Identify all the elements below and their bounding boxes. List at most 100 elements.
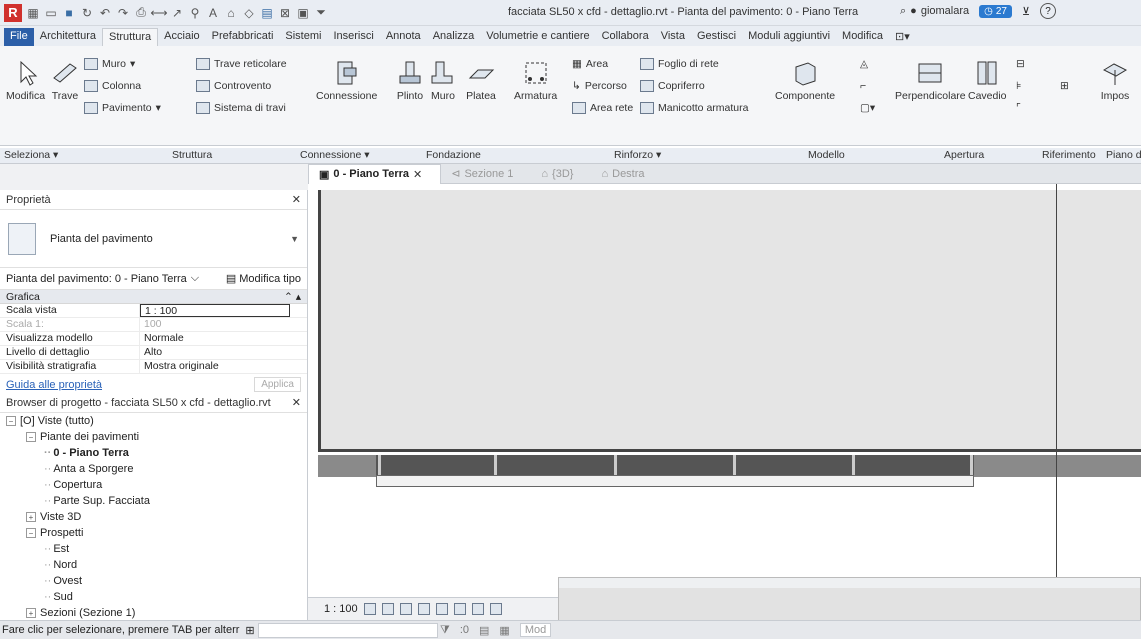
group-grafica[interactable]: Grafica ⌃ ▴	[0, 290, 307, 304]
switch-windows-icon[interactable]: ▣	[296, 6, 310, 20]
tree-node-piante[interactable]: − Piante dei pavimenti	[0, 429, 307, 445]
crop-region-icon[interactable]	[453, 603, 466, 615]
tab-gestisci[interactable]: Gestisci	[691, 28, 742, 46]
panel-seleziona[interactable]: Seleziona ▾	[4, 149, 58, 161]
close-icon[interactable]: ✕	[413, 168, 422, 181]
muro-fondazione-button[interactable]: Muro	[428, 58, 458, 102]
tab-annota[interactable]: Annota	[380, 28, 427, 46]
opening-vertical-button[interactable]: ▢▾	[860, 102, 875, 114]
print-icon[interactable]: ⎙	[134, 5, 148, 20]
close-icon[interactable]: ✕	[292, 193, 301, 206]
tree-node-copertura[interactable]: ·· Copertura	[0, 477, 307, 493]
tab-3d[interactable]: ⌂ {3D}	[531, 164, 591, 184]
mullion[interactable]	[852, 455, 855, 475]
visual-style-icon[interactable]	[381, 603, 394, 615]
cart-icon[interactable]: ⊻	[1022, 5, 1030, 18]
tree-node-viste[interactable]: − [O] Viste (tutto)	[0, 413, 307, 429]
redo-icon[interactable]: ↷	[116, 6, 130, 20]
manicotto-armatura-button[interactable]: Manicotto armatura	[640, 102, 748, 114]
type-selector[interactable]: Pianta del pavimento ▼	[0, 210, 307, 268]
properties-help-link[interactable]: Guida alle proprietà	[6, 379, 102, 391]
undo-icon[interactable]: ↶	[98, 6, 112, 20]
thin-lines-icon[interactable]: ▤	[260, 6, 274, 20]
reveal-hidden-icon[interactable]	[489, 603, 502, 615]
open-icon[interactable]: ▭	[44, 6, 58, 20]
muro-button[interactable]: Muro ▾	[84, 58, 135, 70]
customize-qat-icon[interactable]: ⏷	[314, 5, 328, 20]
tab-struttura[interactable]: Struttura	[101, 28, 159, 46]
mullion[interactable]	[378, 455, 381, 475]
workset-field[interactable]	[258, 623, 438, 638]
worksets-icon[interactable]: ⊞	[245, 624, 254, 637]
tree-node-piano-terra[interactable]: ·· 0 - Piano Terra	[0, 445, 307, 461]
sistema-di-travi-button[interactable]: Sistema di travi	[196, 102, 286, 114]
tree-node-prospetti[interactable]: − Prospetti	[0, 525, 307, 541]
tab-moduli-aggiuntivi[interactable]: Moduli aggiuntivi	[742, 28, 836, 46]
sun-path-icon[interactable]	[399, 603, 412, 615]
crop-view-icon[interactable]	[435, 603, 448, 615]
armatura-button[interactable]: Armatura	[514, 58, 557, 102]
tree-node-viste-3d[interactable]: + Viste 3D	[0, 509, 307, 525]
mullion[interactable]	[614, 455, 617, 475]
plinto-button[interactable]: Plinto	[395, 58, 425, 102]
property-row[interactable]: Scala vista 1 : 100	[0, 304, 307, 318]
collapse-icon[interactable]: −	[26, 432, 36, 442]
view-scale[interactable]: 1 : 100	[324, 603, 358, 615]
section-icon[interactable]: ◇	[242, 6, 256, 20]
tree-node-anta[interactable]: ·· Anta a Sporgere	[0, 461, 307, 477]
pavimento-button[interactable]: Pavimento ▾	[84, 102, 161, 114]
tab-destra[interactable]: ⌂ Destra	[591, 164, 662, 184]
tab-piano-terra[interactable]: ▣ 0 - Piano Terra ✕	[308, 163, 442, 184]
collapse-icon[interactable]: −	[26, 528, 36, 538]
plan-region[interactable]	[318, 190, 1141, 452]
tab-file[interactable]: File	[4, 28, 34, 46]
main-model-field[interactable]: Mod	[519, 623, 552, 637]
selection-filter-icon[interactable]: ⧩	[440, 624, 450, 637]
mullion[interactable]	[970, 455, 973, 475]
controvento-button[interactable]: Controvento	[196, 80, 271, 92]
opening-wall-button[interactable]: ⌐	[860, 80, 866, 92]
grid-line[interactable]	[1056, 184, 1057, 597]
tab-volumetrie[interactable]: Volumetrie e cantiere	[480, 28, 595, 46]
tab-collabora[interactable]: Collabora	[596, 28, 655, 46]
tree-node-sud[interactable]: ·· Sud	[0, 589, 307, 605]
level-button[interactable]: ⊧	[1016, 80, 1021, 92]
chevron-down-icon[interactable]: ▼	[290, 234, 299, 244]
tab-analizza[interactable]: Analizza	[427, 28, 481, 46]
binoculars-icon[interactable]: ⌕	[900, 5, 906, 18]
ribbon-minimize-icon[interactable]: ⊡▾	[889, 28, 916, 46]
panel-rinforzo[interactable]: Rinforzo ▾	[614, 149, 661, 161]
apply-button[interactable]: Applica	[254, 377, 301, 392]
trave-reticolare-button[interactable]: Trave reticolare	[196, 58, 287, 70]
grid-button[interactable]: ⊞	[1060, 80, 1069, 92]
collapse-icon[interactable]: ⌃ ▴	[284, 291, 301, 303]
detail-level-icon[interactable]	[363, 603, 376, 615]
shadows-icon[interactable]	[417, 603, 430, 615]
componente-button[interactable]: Componente	[775, 58, 835, 102]
foglio-di-rete-button[interactable]: Foglio di rete	[640, 58, 719, 70]
text-icon[interactable]: A	[206, 6, 220, 20]
tab-prefabbricati[interactable]: Prefabbricati	[206, 28, 280, 46]
platea-button[interactable]: Platea	[466, 58, 496, 102]
connessione-button[interactable]: Connessione	[316, 58, 377, 102]
datum-button[interactable]: ⌜	[1016, 102, 1021, 114]
main-model-icon[interactable]: ▦	[499, 624, 509, 637]
tab-sezione-1[interactable]: ⊲ Sezione 1	[441, 164, 531, 184]
tab-modifica[interactable]: Modifica	[836, 28, 889, 46]
user-menu[interactable]: ⌕ ● giomalara	[900, 5, 969, 18]
expand-icon[interactable]: +	[26, 512, 36, 522]
revit-logo[interactable]: R	[4, 3, 22, 22]
perpendicolare-button[interactable]: Perpendicolare	[895, 58, 966, 102]
help-icon[interactable]: ?	[1040, 3, 1057, 19]
opening-face-button[interactable]: ◬	[860, 58, 868, 70]
tab-sistemi[interactable]: Sistemi	[279, 28, 327, 46]
notifications-badge[interactable]: ◷ 27	[979, 4, 1012, 18]
property-row[interactable]: Visualizza modello Normale	[0, 332, 307, 346]
sync-icon[interactable]: ↻	[80, 6, 94, 20]
collapse-icon[interactable]: −	[6, 416, 16, 426]
imposta-button[interactable]: Impos	[1100, 58, 1130, 102]
panel-connessione[interactable]: Connessione ▾	[300, 149, 369, 161]
curtain-wall-beam[interactable]	[376, 455, 974, 475]
tree-node-est[interactable]: ·· Est	[0, 541, 307, 557]
tree-node-nord[interactable]: ·· Nord	[0, 557, 307, 573]
